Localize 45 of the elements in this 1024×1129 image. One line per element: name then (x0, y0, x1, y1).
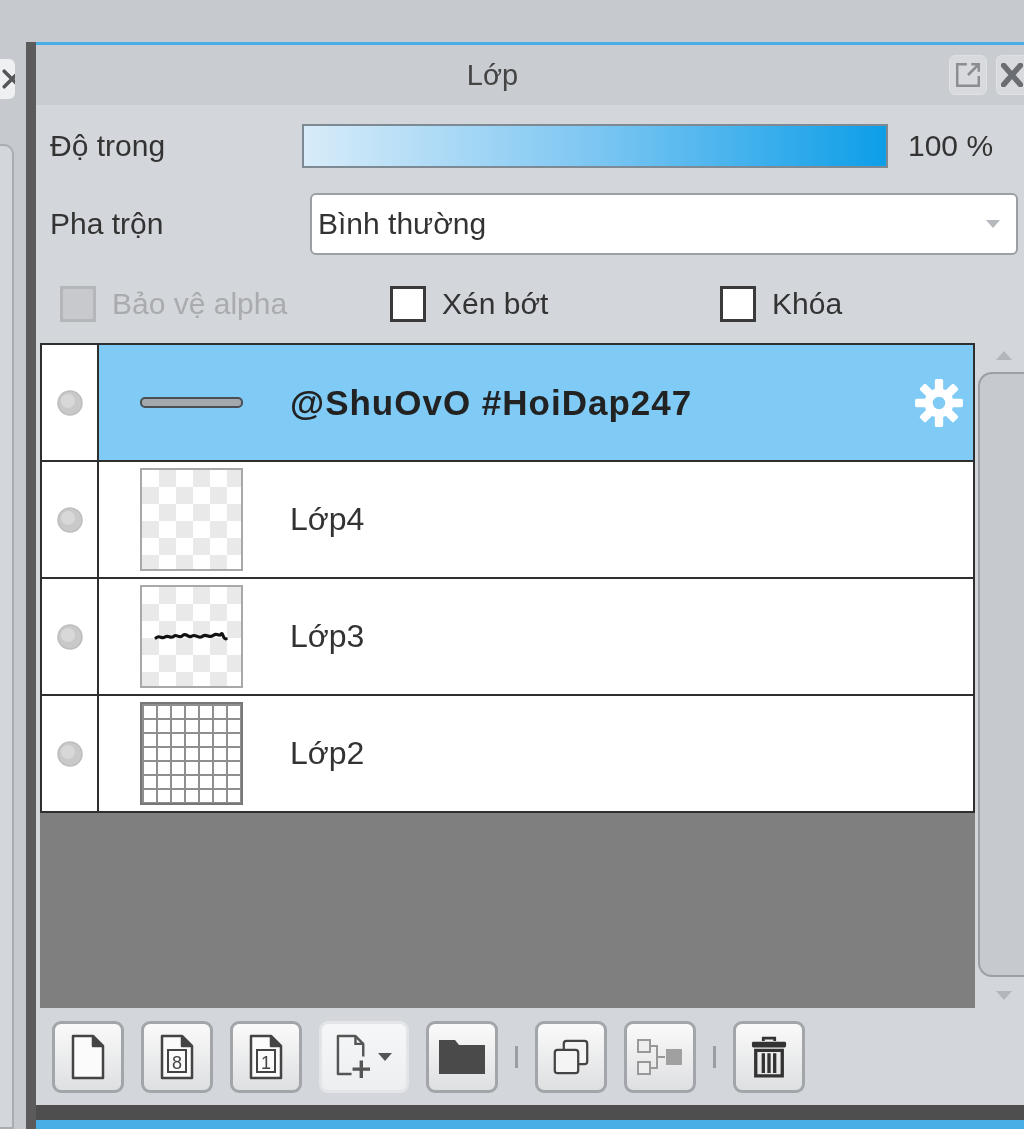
dot-icon[interactable] (56, 389, 83, 416)
popout-icon (956, 63, 980, 87)
dot-icon[interactable] (56, 506, 83, 533)
blend-mode-dropdown[interactable]: Bình thường (310, 193, 1018, 255)
caret-icon (378, 1052, 392, 1061)
delete-button[interactable] (733, 1020, 805, 1093)
close-icon (1001, 63, 1023, 87)
checkbox-label[interactable]: Khóa (772, 287, 843, 321)
merge-icon (637, 1038, 683, 1075)
layer-row[interactable]: Lớp4 (42, 462, 973, 579)
folder-button[interactable] (426, 1020, 498, 1093)
checkbox[interactable] (720, 286, 756, 322)
close-button[interactable] (0, 59, 15, 99)
opacity-slider[interactable] (302, 124, 888, 168)
layer-row[interactable]: Lớp2 (42, 696, 973, 813)
duplicate-button[interactable] (535, 1020, 607, 1093)
layer-name: Lớp2 (290, 735, 366, 772)
panel-title: Lớp (465, 58, 520, 92)
numbered-page-button[interactable]: 8 (141, 1020, 213, 1093)
layer-row[interactable]: Lớp3 (42, 579, 973, 696)
checkbox[interactable] (390, 286, 426, 322)
scrollbar-thumb[interactable] (978, 372, 1024, 977)
caret-icon (986, 220, 1000, 228)
close-button[interactable] (996, 55, 1024, 95)
numbered-page-icon: 1 (248, 1033, 284, 1080)
dot-icon[interactable] (56, 623, 83, 650)
folder-icon (439, 1038, 485, 1075)
opacity-reading: 100 % (908, 129, 994, 163)
dot-icon[interactable] (56, 740, 83, 767)
add-page-menu-button[interactable] (319, 1020, 409, 1093)
page-plus-icon (336, 1033, 372, 1080)
blend-label: Pha trộn (50, 207, 165, 241)
popout-button[interactable] (949, 55, 987, 95)
page-icon (70, 1033, 106, 1080)
layer-name: Lớp3 (290, 618, 366, 655)
numbered-page-icon: 8 (159, 1033, 195, 1080)
merge-button[interactable] (624, 1020, 696, 1093)
layer-name: @ShuOvO #HoiDap247 (290, 382, 694, 423)
new-page-button[interactable] (52, 1020, 124, 1093)
layer-row[interactable]: @ShuOvO #HoiDap247 (42, 345, 973, 462)
settings-icon[interactable] (913, 376, 965, 429)
opacity-label: Độ trong (50, 129, 167, 163)
layer-name: Lớp4 (290, 501, 366, 538)
checkbox-label[interactable]: Xén bớt (442, 287, 549, 321)
numbered-page-button[interactable]: 1 (230, 1020, 302, 1093)
